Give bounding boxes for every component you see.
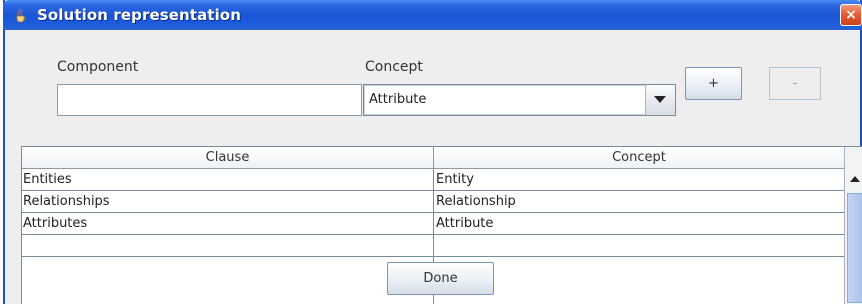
component-input[interactable] xyxy=(57,84,362,116)
concept-cell[interactable]: Relationship xyxy=(436,194,516,209)
window-title: Solution representation xyxy=(37,6,241,24)
solution-representation-window: Solution representation × Component Conc… xyxy=(3,0,862,304)
clause-cell[interactable]: Attributes xyxy=(23,216,87,231)
scroll-up-button[interactable] xyxy=(845,169,862,191)
add-button[interactable]: + xyxy=(685,67,742,100)
done-button[interactable]: Done xyxy=(387,262,494,295)
chevron-down-icon xyxy=(654,96,666,103)
close-icon: × xyxy=(845,7,857,23)
clause-cell[interactable]: Entities xyxy=(23,172,72,187)
remove-button-label: - xyxy=(792,76,798,91)
table-header: Clause Concept xyxy=(22,147,844,169)
component-label: Component xyxy=(57,59,139,75)
clause-cell[interactable]: Relationships xyxy=(23,194,110,209)
concept-dropdown-value: Attribute xyxy=(369,92,427,107)
arrow-up-icon xyxy=(850,176,860,182)
scrollbar-thumb[interactable] xyxy=(847,193,862,303)
dropdown-arrow-button[interactable] xyxy=(645,85,675,115)
add-button-label: + xyxy=(708,76,719,91)
done-button-label: Done xyxy=(423,271,458,286)
concept-cell[interactable]: Attribute xyxy=(436,216,493,231)
concept-label: Concept xyxy=(365,59,423,75)
title-bar[interactable]: Solution representation × xyxy=(3,0,862,30)
close-button[interactable]: × xyxy=(840,4,862,26)
vertical-scrollbar[interactable] xyxy=(844,147,862,304)
column-header-concept[interactable]: Concept xyxy=(434,150,844,165)
java-cup-icon xyxy=(13,7,29,23)
concept-dropdown[interactable]: Attribute xyxy=(363,84,676,116)
remove-button[interactable]: - xyxy=(769,67,821,100)
column-header-clause[interactable]: Clause xyxy=(22,150,433,165)
concept-cell[interactable]: Entity xyxy=(436,172,474,187)
